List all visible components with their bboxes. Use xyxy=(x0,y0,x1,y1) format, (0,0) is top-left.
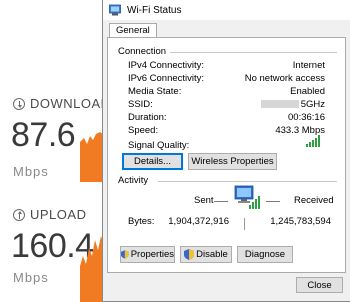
ipv4-value: Internet xyxy=(292,60,325,71)
upload-label-text: UPLOAD xyxy=(30,207,87,222)
received-label: Received xyxy=(294,195,334,206)
media-state-value: Enabled xyxy=(290,86,325,97)
dialog-title: Wi-Fi Status xyxy=(127,4,182,16)
bytes-received-value: 1,245,783,594 xyxy=(270,216,331,227)
sent-label: Sent xyxy=(194,195,214,206)
wifi-icon xyxy=(109,4,121,16)
ssid-value-text: 5GHz xyxy=(300,99,325,110)
signal-quality-label: Signal Quality: xyxy=(128,140,190,151)
diagnose-button[interactable]: Diagnose xyxy=(237,246,293,263)
ipv4-label: IPv4 Connectivity: xyxy=(128,60,205,71)
activity-section-title: Activity xyxy=(118,175,149,186)
details-button[interactable]: Details... xyxy=(122,153,183,170)
network-computers-icon xyxy=(234,185,260,209)
disable-button[interactable]: Disable xyxy=(180,246,232,263)
download-unit: Mbps xyxy=(13,164,49,179)
wireless-properties-button[interactable]: Wireless Properties xyxy=(188,153,277,170)
speed-label: Speed: xyxy=(128,125,159,136)
upload-label: UPLOAD xyxy=(13,207,86,222)
upload-unit: Mbps xyxy=(13,270,49,285)
ssid-label: SSID: xyxy=(128,99,153,110)
ssid-value: 5GHz xyxy=(260,99,325,110)
download-label: DOWNLOAD xyxy=(13,96,111,111)
close-button[interactable]: Close xyxy=(296,277,343,293)
download-label-text: DOWNLOAD xyxy=(30,96,111,111)
disable-button-label: Disable xyxy=(196,249,228,260)
activity-divider xyxy=(158,181,337,182)
duration-label: Duration: xyxy=(128,112,167,123)
connection-divider xyxy=(170,52,337,53)
media-state-label: Media State: xyxy=(128,86,182,97)
connection-section-title: Connection xyxy=(118,46,167,57)
dialog-titlebar[interactable]: Wi-Fi Status xyxy=(103,0,350,20)
general-panel: Connection IPv4 Connectivity: Internet I… xyxy=(107,37,346,273)
sent-line xyxy=(214,201,228,202)
ipv6-value: No network access xyxy=(244,73,325,84)
signal-strength-icon xyxy=(306,135,320,147)
download-value: 87.6 xyxy=(11,116,76,154)
tab-general[interactable]: General xyxy=(109,23,157,38)
bytes-label: Bytes: xyxy=(128,216,155,227)
tab-strip: General xyxy=(107,23,346,38)
received-line xyxy=(266,201,280,202)
bytes-separator xyxy=(244,218,245,230)
bytes-sent-value: 1,904,372,916 xyxy=(168,216,229,227)
uac-shield-icon xyxy=(184,249,195,260)
properties-button-label: Properties xyxy=(130,249,174,260)
properties-button[interactable]: Properties xyxy=(120,246,175,263)
uac-shield-icon xyxy=(121,250,129,259)
wifi-status-dialog: Wi-Fi Status General Connection IPv4 Con… xyxy=(102,0,350,302)
download-arrow-icon xyxy=(13,97,25,110)
duration-value: 00:36:16 xyxy=(288,112,325,123)
upload-arrow-icon xyxy=(13,208,25,221)
ssid-redaction xyxy=(260,100,299,109)
ipv6-label: IPv6 Connectivity: xyxy=(128,73,205,84)
